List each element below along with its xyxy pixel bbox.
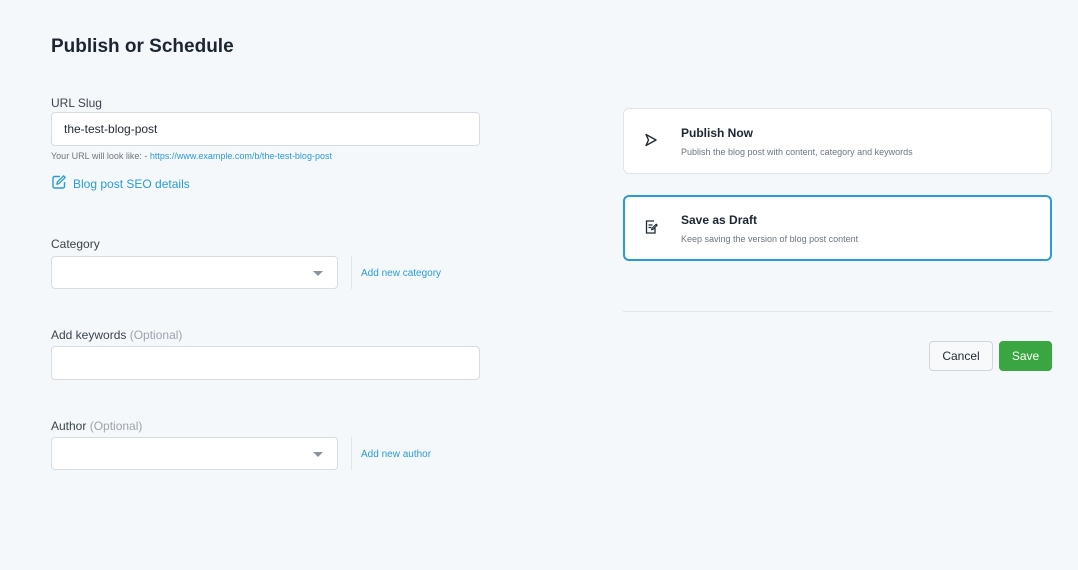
add-author-link[interactable]: Add new author — [361, 449, 431, 460]
draft-icon — [644, 219, 658, 235]
url-preview-link[interactable]: https://www.example.com/b/the-test-blog-… — [150, 151, 332, 161]
page-title: Publish or Schedule — [51, 36, 234, 57]
publish-now-title: Publish Now — [681, 126, 753, 140]
category-label: Category — [51, 237, 100, 251]
keywords-label-text: Add keywords — [51, 328, 127, 342]
save-as-draft-option[interactable]: Save as Draft Keep saving the version of… — [623, 195, 1052, 261]
chevron-down-icon — [313, 452, 323, 457]
divider — [623, 311, 1052, 312]
author-label: Author (Optional) — [51, 419, 142, 433]
edit-icon — [51, 174, 67, 193]
url-preview-prefix: Your URL will look like: - — [51, 151, 150, 161]
save-as-draft-title: Save as Draft — [681, 213, 758, 227]
send-icon — [644, 132, 658, 148]
author-label-text: Author — [51, 419, 87, 433]
cancel-button[interactable]: Cancel — [929, 341, 993, 371]
url-preview-hint: Your URL will look like: - https://www.e… — [51, 151, 332, 161]
keywords-input[interactable] — [51, 346, 480, 380]
seo-details-link[interactable]: Blog post SEO details — [51, 174, 190, 193]
save-as-draft-description: Keep saving the version of blog post con… — [681, 234, 859, 244]
author-select[interactable] — [51, 437, 338, 470]
add-category-link[interactable]: Add new category — [361, 268, 441, 279]
keywords-label: Add keywords (Optional) — [51, 328, 182, 342]
publish-now-option[interactable]: Publish Now Publish the blog post with c… — [623, 108, 1052, 174]
divider — [351, 256, 352, 289]
url-slug-input[interactable] — [51, 112, 480, 146]
chevron-down-icon — [313, 271, 323, 276]
seo-details-label: Blog post SEO details — [73, 176, 190, 191]
category-select[interactable] — [51, 256, 338, 289]
save-button[interactable]: Save — [999, 341, 1052, 371]
divider — [351, 437, 352, 470]
publish-now-description: Publish the blog post with content, cate… — [681, 147, 913, 157]
optional-tag: (Optional) — [89, 419, 143, 433]
optional-tag: (Optional) — [129, 328, 183, 342]
url-slug-label: URL Slug — [51, 96, 102, 110]
